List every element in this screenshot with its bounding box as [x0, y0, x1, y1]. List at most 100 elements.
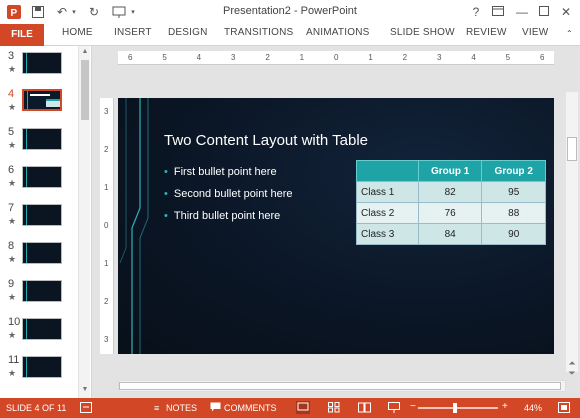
tab-file[interactable]: FILE [0, 24, 44, 46]
close-icon[interactable]: ✕ [556, 3, 576, 21]
slide-title[interactable]: Two Content Layout with Table [164, 132, 368, 149]
animation-star-icon: ★ [8, 178, 17, 188]
comments-icon[interactable] [210, 402, 221, 414]
tab-slide-show[interactable]: SLIDE SHOW [390, 27, 455, 38]
status-bar: SLIDE 4 OF 11 ≡ NOTES COMMENTS − + 44% [0, 398, 580, 418]
zoom-out-icon[interactable]: − [410, 401, 416, 412]
ruler-mark: 3 [104, 107, 109, 116]
slide-thumbnail[interactable] [22, 242, 62, 264]
ruler-mark: 2 [402, 53, 408, 62]
ruler-mark: 6 [540, 53, 545, 62]
help-icon[interactable]: ? [466, 3, 486, 21]
table-header-cell[interactable]: Group 1 [417, 160, 483, 182]
ruler-mark: 2 [265, 53, 270, 62]
collapse-ribbon-icon[interactable]: ⌃ [566, 29, 573, 38]
bullet-dot-icon: • [164, 166, 168, 178]
table-header-row: Group 1 Group 2 [356, 160, 546, 182]
table-cell[interactable]: 88 [481, 202, 546, 224]
ruler-mark: 3 [437, 53, 442, 62]
animation-star-icon: ★ [8, 368, 17, 378]
slide-canvas[interactable]: Two Content Layout with Table • First bul… [118, 98, 554, 354]
tab-review[interactable]: REVIEW [466, 27, 507, 38]
animation-star-icon: ★ [8, 102, 17, 112]
next-slide-icon[interactable]: ⏷ [566, 368, 578, 379]
table-cell[interactable]: Class 2 [356, 202, 419, 224]
slide-indicator[interactable]: SLIDE 4 OF 11 [6, 403, 66, 413]
ruler-mark: 0 [334, 53, 339, 62]
horizontal-ruler: 6 5 4 3 2 1 0 1 2 3 4 5 6 [118, 51, 554, 65]
slide-thumbnail[interactable] [22, 204, 62, 226]
table-cell[interactable]: Class 1 [356, 181, 419, 203]
thumbnails-scrollbar[interactable]: ▲ ▼ [78, 46, 90, 398]
ruler-mark: 4 [196, 53, 202, 62]
table-cell[interactable]: Class 3 [356, 223, 419, 245]
table-header-cell[interactable]: Group 2 [481, 160, 546, 182]
bullet-item[interactable]: • First bullet point here [164, 166, 277, 178]
table-header-cell[interactable] [356, 160, 419, 182]
notes-icon[interactable]: ≡ [154, 403, 159, 413]
slide-thumbnail[interactable] [22, 52, 62, 74]
slide-thumbnail[interactable] [22, 318, 62, 340]
scroll-down-icon[interactable]: ▼ [79, 386, 91, 393]
table-row: Class 2 76 88 [356, 202, 546, 224]
zoom-in-icon[interactable]: + [502, 401, 508, 412]
table-cell[interactable]: 82 [417, 181, 483, 203]
slide-sorter-view-icon[interactable] [328, 402, 340, 415]
ribbon-display-options-icon[interactable] [488, 3, 508, 21]
ruler-mark: 4 [471, 53, 476, 62]
slide-thumbnail[interactable] [22, 166, 62, 188]
tab-insert[interactable]: INSERT [114, 27, 152, 38]
slide-thumbnail[interactable] [22, 128, 62, 150]
bullet-item[interactable]: • Third bullet point here [164, 210, 280, 222]
tab-view[interactable]: VIEW [522, 27, 548, 38]
bullet-dot-icon: • [164, 188, 168, 200]
editor-vertical-scrollbar[interactable] [566, 92, 578, 372]
thumbnails-scroll-thumb[interactable] [81, 60, 89, 120]
slide-thumbnail[interactable] [22, 89, 62, 111]
table-cell[interactable]: 90 [481, 223, 546, 245]
zoom-slider-knob[interactable] [453, 403, 458, 413]
zoom-slider[interactable] [418, 407, 498, 409]
slide-thumbnail[interactable] [22, 356, 62, 378]
slide-table[interactable]: Group 1 Group 2 Class 1 82 95 Class 2 76… [356, 160, 546, 245]
tab-home[interactable]: HOME [62, 27, 93, 38]
comments-button[interactable]: COMMENTS [224, 403, 277, 413]
scroll-up-icon[interactable]: ▲ [79, 48, 91, 55]
slide-thumbnails-panel: 3 ★ 4 ★ 5 ★ 6 ★ 7 ★ 8 ★ 9 ★ 10 ★ 11 ★ ▲ ▼ [0, 46, 92, 398]
table-cell[interactable]: 76 [417, 202, 483, 224]
editor-hscroll-thumb[interactable] [119, 382, 561, 390]
animation-star-icon: ★ [8, 64, 17, 74]
tab-animations[interactable]: ANIMATIONS [306, 27, 369, 38]
ruler-mark: 5 [162, 53, 167, 62]
spell-check-icon[interactable] [80, 402, 92, 415]
minimize-icon[interactable]: — [512, 3, 532, 21]
thumbnail-number: 10 [8, 316, 21, 328]
bullet-dot-icon: • [164, 210, 168, 222]
slide-editor: 6 5 4 3 2 1 0 1 2 3 4 5 6 3 2 1 0 1 2 3 Two Content Layout… [92, 46, 580, 398]
slideshow-view-icon[interactable] [388, 402, 400, 415]
notes-button[interactable]: NOTES [166, 403, 197, 413]
editor-scroll-thumb[interactable] [567, 137, 577, 161]
ruler-mark: 2 [104, 145, 109, 154]
ruler-mark: 1 [368, 53, 373, 62]
editor-horizontal-scrollbar[interactable] [118, 380, 566, 392]
thumbnail-number: 8 [8, 240, 15, 252]
thumbnail-number: 3 [8, 50, 15, 62]
tab-transitions[interactable]: TRANSITIONS [224, 27, 293, 38]
vertical-ruler: 3 2 1 0 1 2 3 [100, 98, 114, 354]
reading-view-icon[interactable] [358, 402, 371, 415]
thumbnail-number: 5 [8, 126, 15, 138]
ruler-mark: 5 [505, 53, 511, 62]
bullet-item[interactable]: • Second bullet point here [164, 188, 293, 200]
fit-slide-icon[interactable] [558, 402, 570, 415]
tab-design[interactable]: DESIGN [168, 27, 208, 38]
thumbnail-number: 9 [8, 278, 15, 290]
table-cell[interactable]: 84 [417, 223, 483, 245]
maximize-icon[interactable] [534, 3, 554, 21]
zoom-level[interactable]: 44% [524, 403, 542, 413]
slide-thumbnail[interactable] [22, 280, 62, 302]
normal-view-icon[interactable] [296, 401, 310, 416]
animation-star-icon: ★ [8, 330, 17, 340]
table-cell[interactable]: 95 [481, 181, 546, 203]
thumbnail-number: 11 [8, 354, 20, 366]
